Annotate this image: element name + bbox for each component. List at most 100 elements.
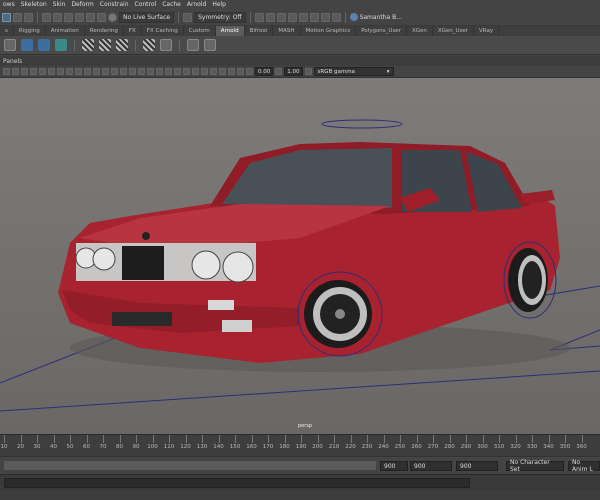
hypershade-icon[interactable] (287, 12, 297, 22)
shelf-tab[interactable]: Bifrost (245, 26, 274, 36)
snap-active-icon[interactable] (97, 12, 106, 22)
shelf-tab[interactable]: VRay (474, 26, 500, 36)
standin-icon[interactable] (82, 39, 94, 51)
camera-attributes-icon[interactable] (12, 68, 19, 75)
camera-icon[interactable] (320, 12, 330, 22)
snap-surface-icon[interactable] (86, 12, 95, 22)
render-frame-icon[interactable] (254, 12, 264, 22)
time-slider[interactable]: 10 20 30 40 50 60 70 80 90 100 110 120 130 140 150 160 1… (0, 434, 600, 456)
anim-end-field[interactable]: 900 (410, 461, 452, 471)
play-icon[interactable] (204, 39, 216, 51)
depth-of-field-icon[interactable] (210, 68, 217, 75)
view-transform-dropdown[interactable]: sRGB gamma ▾ (313, 67, 394, 76)
shelf-tab[interactable]: Motion Graphics (301, 26, 357, 36)
shelf-tab[interactable]: s (0, 26, 14, 36)
light-icon[interactable] (331, 12, 341, 22)
xray-icon[interactable] (228, 68, 235, 75)
shelf-tab[interactable]: MASH (273, 26, 301, 36)
menu-item[interactable]: Skeleton (18, 1, 50, 8)
menu-item[interactable]: Arnold (184, 1, 209, 8)
volume-icon[interactable] (99, 39, 111, 51)
shelf-tab[interactable]: Custom (184, 26, 216, 36)
smooth-shade-icon[interactable] (129, 68, 136, 75)
use-all-lights-icon[interactable] (165, 68, 172, 75)
resolution-gate-icon[interactable] (75, 68, 82, 75)
menu-item[interactable]: Cache (159, 1, 184, 8)
select-camera-icon[interactable] (3, 68, 10, 75)
menu-item[interactable]: ows (0, 1, 18, 8)
shelf-tab[interactable]: XGen (407, 26, 433, 36)
character-set-dropdown[interactable]: No Character Set (506, 459, 564, 473)
multisample-aa-icon[interactable] (201, 68, 208, 75)
safe-title-icon[interactable] (111, 68, 118, 75)
screen-space-ao-icon[interactable] (183, 68, 190, 75)
exposure-icon[interactable] (246, 68, 253, 75)
select-tool-icon[interactable] (2, 12, 11, 22)
menu-item[interactable]: Help (209, 1, 229, 8)
wireframe-icon[interactable] (120, 68, 127, 75)
shadows-icon[interactable] (174, 68, 181, 75)
render-view-icon[interactable] (298, 12, 308, 22)
xray-joints-icon[interactable] (237, 68, 244, 75)
render-settings-icon[interactable] (276, 12, 286, 22)
range-track[interactable] (4, 461, 376, 470)
exposure-field[interactable]: 0.00 (255, 67, 274, 76)
grease-pencil-icon[interactable] (48, 68, 55, 75)
perspective-viewport[interactable]: persp (0, 78, 600, 434)
bookmark-icon[interactable] (21, 68, 28, 75)
range-end-field[interactable]: 900 (380, 461, 408, 471)
shelf-tab[interactable]: XGen_User (433, 26, 475, 36)
flush-textures-icon[interactable] (143, 39, 155, 51)
mesh-light-icon[interactable] (55, 39, 67, 51)
shelf-tab[interactable]: Arnold (215, 26, 245, 36)
gamma-icon[interactable] (275, 68, 283, 75)
area-light-icon[interactable] (38, 39, 50, 51)
menu-item[interactable]: Control (132, 1, 160, 8)
2d-pan-icon[interactable] (39, 68, 46, 75)
isolate-select-icon[interactable] (219, 68, 226, 75)
menu-item[interactable]: Skin (50, 1, 69, 8)
live-surface-icon[interactable] (108, 12, 117, 22)
wireframe-on-shaded-icon[interactable] (147, 68, 154, 75)
snap-point-icon[interactable] (64, 12, 73, 22)
motion-blur-icon[interactable] (192, 68, 199, 75)
live-surface-field[interactable]: No Live Surface (119, 11, 175, 23)
grid-icon[interactable] (57, 68, 64, 75)
snap-grid-icon[interactable] (42, 12, 51, 22)
menu-item[interactable]: Deform (68, 1, 96, 8)
curve-collector-icon[interactable] (116, 39, 128, 51)
paint-select-icon[interactable] (24, 12, 33, 22)
field-chart-icon[interactable] (93, 68, 100, 75)
image-plane-icon[interactable] (30, 68, 37, 75)
arnold-render-view-icon[interactable] (4, 39, 16, 51)
ipr-render-icon[interactable] (265, 12, 275, 22)
anim-layer-dropdown[interactable]: No Anim L (568, 459, 600, 473)
film-gate-icon[interactable] (66, 68, 73, 75)
lasso-icon[interactable] (13, 12, 22, 22)
txmanager-icon[interactable] (160, 39, 172, 51)
default-material-icon[interactable] (138, 68, 145, 75)
color-management-icon[interactable] (304, 68, 312, 75)
shelf-tab[interactable]: FX Caching (142, 26, 184, 36)
shelf-tab[interactable]: FX (124, 26, 142, 36)
shelf-tab[interactable]: Polygons_User (356, 26, 407, 36)
symmetry-dropdown[interactable]: Symmetry: Off (194, 11, 246, 23)
safe-action-icon[interactable] (102, 68, 109, 75)
user-account-menu[interactable]: Samantha B... (349, 13, 402, 21)
snap-view-icon[interactable] (75, 12, 84, 22)
command-input[interactable] (4, 478, 470, 488)
panels-menu[interactable]: Panels (3, 58, 22, 65)
shelf-tab[interactable]: Rendering (85, 26, 124, 36)
arnold-render-icon[interactable] (309, 12, 319, 22)
menu-item[interactable]: Constrain (97, 1, 132, 8)
shelf-tab[interactable]: Rigging (14, 26, 46, 36)
playback-end-field[interactable]: 900 (456, 461, 498, 471)
gate-mask-icon[interactable] (84, 68, 91, 75)
shelf-tab[interactable]: Animation (46, 26, 85, 36)
skydome-light-icon[interactable] (21, 39, 33, 51)
gamma-field[interactable]: 1.00 (284, 67, 303, 76)
textured-icon[interactable] (156, 68, 163, 75)
symmetry-icon[interactable] (183, 12, 193, 22)
snap-curve-icon[interactable] (53, 12, 62, 22)
view-icon[interactable] (187, 39, 199, 51)
